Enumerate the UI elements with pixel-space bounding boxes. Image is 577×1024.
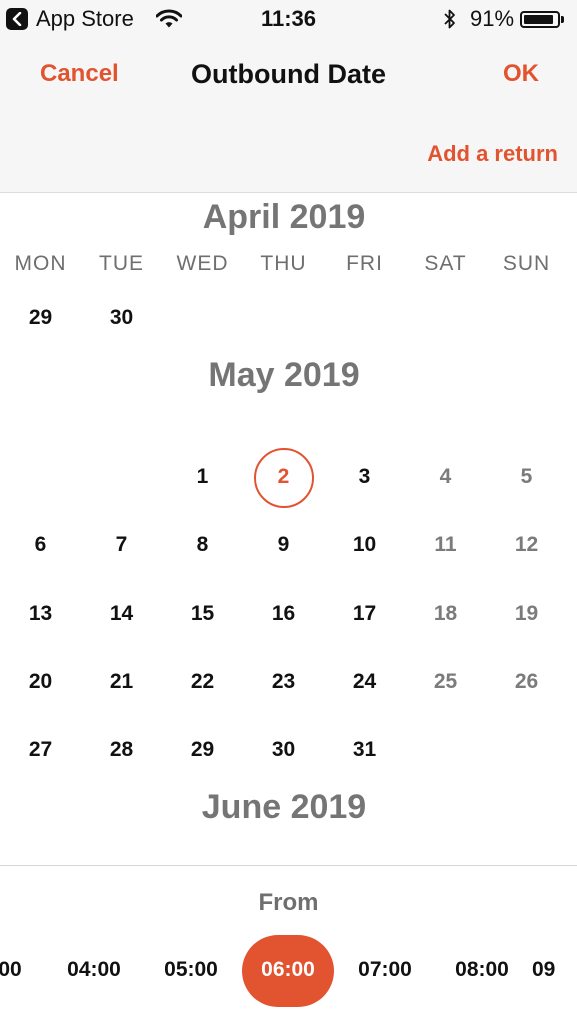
- day-cell[interactable]: 21: [81, 662, 162, 702]
- day-cell[interactable]: 14: [81, 594, 162, 634]
- day-cell[interactable]: 7: [81, 525, 162, 565]
- status-bar: App Store 11:36 91%: [0, 0, 577, 40]
- weekday-sun: SUN: [502, 252, 551, 275]
- day-number: 2: [277, 465, 290, 488]
- day-cell[interactable]: 1: [162, 457, 243, 497]
- day-cell[interactable]: 30: [81, 298, 162, 338]
- day-cell[interactable]: 30: [243, 730, 324, 770]
- month-title: June 2019: [201, 788, 367, 826]
- day-cell[interactable]: 18: [405, 594, 486, 634]
- day-cell[interactable]: 29: [162, 730, 243, 770]
- weekday-wed: WED: [176, 252, 229, 275]
- time-option[interactable]: 04:00: [46, 958, 142, 982]
- day-cell[interactable]: 9: [243, 525, 324, 565]
- day-cell[interactable]: 17: [324, 594, 405, 634]
- day-cell[interactable]: 23: [243, 662, 324, 702]
- day-cell[interactable]: 16: [243, 594, 324, 634]
- time-option[interactable]: 07:00: [337, 958, 433, 982]
- add-return-button[interactable]: Add a return: [427, 141, 558, 167]
- divider: [0, 865, 577, 866]
- battery-fill: [524, 15, 554, 24]
- day-cell[interactable]: 29: [0, 298, 81, 338]
- day-cell[interactable]: 4: [405, 457, 486, 497]
- nav-bar: Cancel Outbound Date OK Add a return: [0, 40, 577, 193]
- day-cell[interactable]: 12: [486, 525, 567, 565]
- time-picker-label: From: [258, 889, 319, 916]
- calendar[interactable]: April 2019 MON TUE WED THU FRI SAT SUN 2…: [0, 193, 577, 865]
- time-option[interactable]: 09: [532, 958, 577, 982]
- day-cell[interactable]: 8: [162, 525, 243, 565]
- day-cell[interactable]: 20: [0, 662, 81, 702]
- day-cell[interactable]: 5: [486, 457, 567, 497]
- day-cell-selected[interactable]: 2: [243, 448, 324, 508]
- time-option[interactable]: 08:00: [434, 958, 530, 982]
- day-cell[interactable]: 19: [486, 594, 567, 634]
- weekday-tue: TUE: [99, 252, 144, 275]
- month-title: May 2019: [208, 356, 360, 394]
- weekday-mon: MON: [14, 252, 67, 275]
- battery-tip: [561, 16, 564, 23]
- day-cell[interactable]: 24: [324, 662, 405, 702]
- day-cell[interactable]: 13: [0, 594, 81, 634]
- day-cell[interactable]: 11: [405, 525, 486, 565]
- day-cell[interactable]: 25: [405, 662, 486, 702]
- day-cell[interactable]: 28: [81, 730, 162, 770]
- time-option[interactable]: 05:00: [143, 958, 239, 982]
- day-cell[interactable]: 27: [0, 730, 81, 770]
- day-cell[interactable]: 6: [0, 525, 81, 565]
- battery-percent: 91%: [470, 6, 515, 31]
- bluetooth-icon: [443, 8, 457, 35]
- day-cell[interactable]: 15: [162, 594, 243, 634]
- page-title: Outbound Date: [191, 59, 386, 89]
- battery-icon: [520, 11, 560, 28]
- weekday-fri: FRI: [346, 252, 383, 275]
- day-cell[interactable]: 3: [324, 457, 405, 497]
- month-title: April 2019: [202, 198, 366, 236]
- day-cell[interactable]: 22: [162, 662, 243, 702]
- day-cell[interactable]: 26: [486, 662, 567, 702]
- day-cell[interactable]: 31: [324, 730, 405, 770]
- day-cell[interactable]: 10: [324, 525, 405, 565]
- ok-button[interactable]: OK: [503, 60, 539, 88]
- weekday-thu: THU: [260, 252, 307, 275]
- time-option-selected[interactable]: 06:00: [240, 958, 336, 982]
- weekday-sat: SAT: [424, 252, 467, 275]
